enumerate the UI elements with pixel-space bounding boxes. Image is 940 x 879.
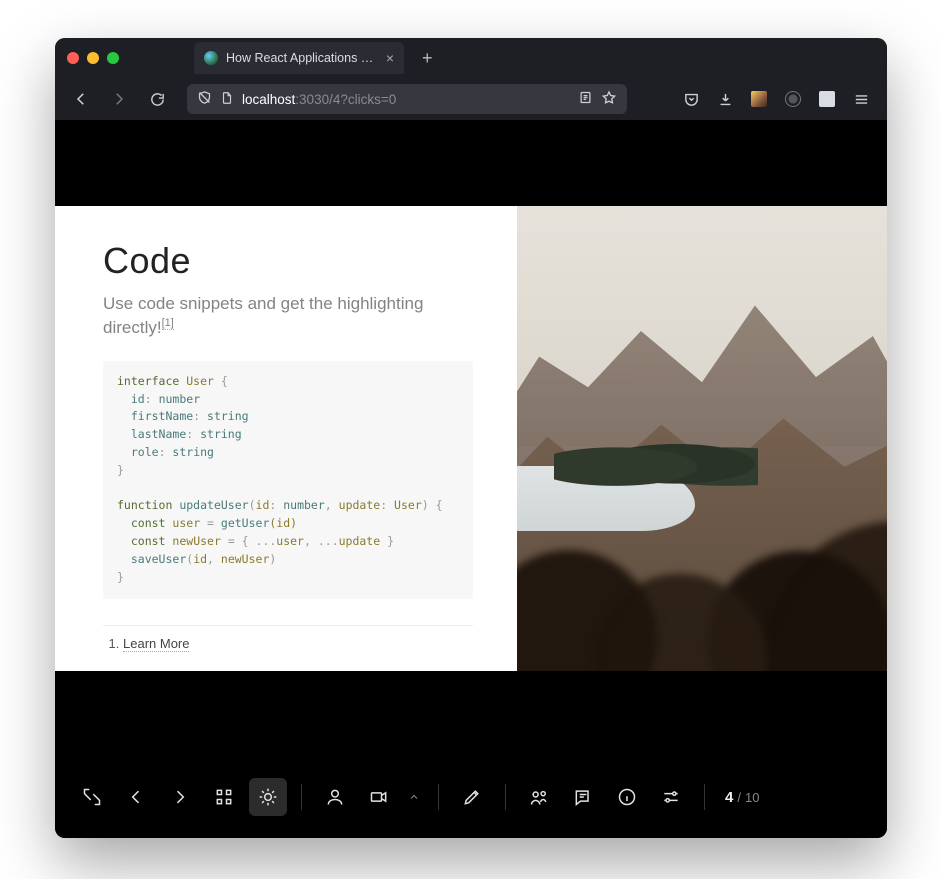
next-slide-button[interactable]: [161, 778, 199, 816]
extension-icon-1[interactable]: [745, 85, 773, 113]
bookmark-icon[interactable]: [601, 90, 617, 109]
separator: [438, 784, 439, 810]
pocket-icon[interactable]: [677, 85, 705, 113]
separator: [301, 784, 302, 810]
window-close-button[interactable]: [67, 52, 79, 64]
separator: [505, 784, 506, 810]
browser-toolbar: localhost:3030/4?clicks=0: [55, 78, 887, 120]
toolbar-right: [677, 85, 875, 113]
separator: [704, 784, 705, 810]
address-bar[interactable]: localhost:3030/4?clicks=0: [187, 84, 627, 114]
share-button[interactable]: [520, 778, 558, 816]
footnotes: Learn More: [103, 625, 473, 651]
window-maximize-button[interactable]: [107, 52, 119, 64]
total-slides: 10: [745, 790, 759, 805]
draw-button[interactable]: [453, 778, 491, 816]
window-minimize-button[interactable]: [87, 52, 99, 64]
new-tab-button[interactable]: +: [422, 48, 433, 69]
downloads-icon[interactable]: [711, 85, 739, 113]
code-block: interface User { id: number firstName: s…: [103, 361, 473, 599]
slide: Code Use code snippets and get the highl…: [55, 206, 887, 671]
footnote-item: Learn More: [123, 636, 473, 651]
notes-button[interactable]: [564, 778, 602, 816]
slide-image: [517, 206, 887, 671]
slide-subtitle: Use code snippets and get the highlighti…: [103, 292, 473, 341]
reader-mode-icon[interactable]: [578, 90, 593, 108]
settings-button[interactable]: [652, 778, 690, 816]
record-button[interactable]: [360, 778, 398, 816]
overview-button[interactable]: [205, 778, 243, 816]
slide-content: Code Use code snippets and get the highl…: [55, 206, 517, 671]
app-menu-button[interactable]: [847, 85, 875, 113]
url-text: localhost:3030/4?clicks=0: [242, 92, 570, 107]
record-menu-caret[interactable]: [404, 791, 424, 803]
slide-title: Code: [103, 240, 473, 282]
window-controls: [67, 52, 119, 64]
tab-favicon: [204, 51, 218, 65]
presenter-toolbar: 4 / 10: [55, 756, 887, 838]
theme-toggle-button[interactable]: [249, 778, 287, 816]
browser-window: How React Applications Get Hac × + local…: [55, 38, 887, 838]
tab-title: How React Applications Get Hac: [226, 51, 378, 65]
back-button[interactable]: [67, 85, 95, 113]
extension-icon-3[interactable]: [813, 85, 841, 113]
footnote-ref[interactable]: [1]: [162, 317, 174, 330]
prev-slide-button[interactable]: [117, 778, 155, 816]
reload-button[interactable]: [143, 85, 171, 113]
current-slide: 4: [725, 789, 733, 806]
slide-counter: 4 / 10: [725, 789, 759, 806]
viewport: Code Use code snippets and get the highl…: [55, 120, 887, 756]
extension-icon-2[interactable]: [779, 85, 807, 113]
landscape-image: [517, 206, 887, 671]
forward-button[interactable]: [105, 85, 133, 113]
titlebar: How React Applications Get Hac × +: [55, 38, 887, 78]
presenter-button[interactable]: [316, 778, 354, 816]
browser-tab[interactable]: How React Applications Get Hac ×: [194, 42, 404, 74]
site-info-icon[interactable]: [220, 91, 234, 108]
footnote-link[interactable]: Learn More: [123, 636, 189, 652]
info-button[interactable]: [608, 778, 646, 816]
tab-close-button[interactable]: ×: [386, 51, 394, 65]
fullscreen-button[interactable]: [73, 778, 111, 816]
tracking-protection-icon[interactable]: [197, 90, 212, 108]
